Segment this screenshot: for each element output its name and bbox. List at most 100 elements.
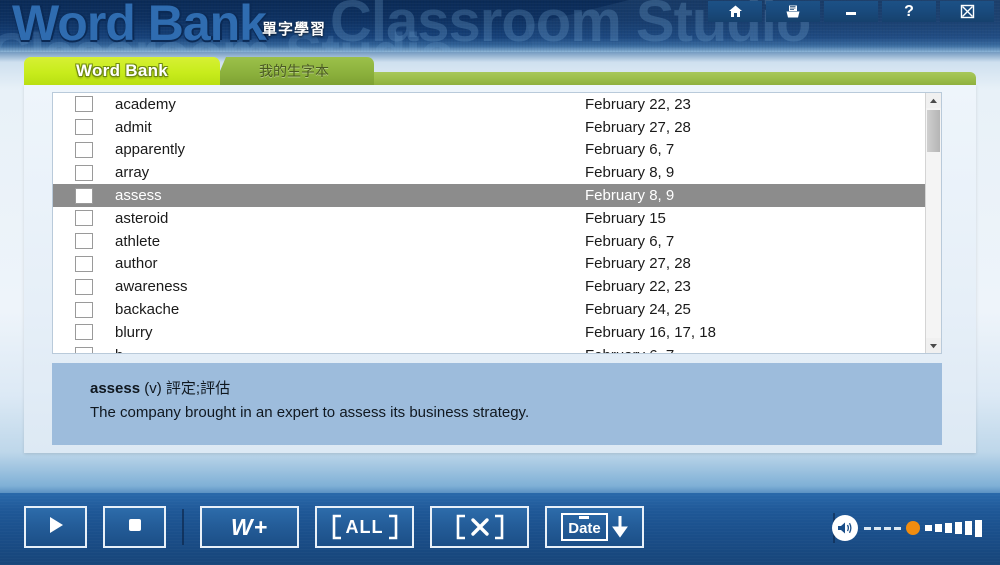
word-list: academy February 22, 23 admit February 27, … [52, 92, 942, 354]
word-label: athlete [115, 232, 161, 250]
select-all-label: ALL [345, 516, 384, 537]
volume-level-bar [935, 523, 942, 533]
word-date-label: February 6, 7 [585, 347, 674, 353]
word-date-label: February 27, 28 [585, 255, 691, 273]
tab-word-bank-label: Word Bank [75, 61, 169, 80]
scroll-up-arrow[interactable] [926, 93, 941, 108]
word-checkbox[interactable] [75, 255, 93, 272]
content-panel: academy February 22, 23 admit February 27, … [24, 85, 976, 453]
word-list-row[interactable]: asteroid February 15 [53, 207, 925, 230]
volume-level-bar [955, 521, 962, 535]
definition-example: The company brought in an expert to asse… [90, 404, 530, 421]
word-label: academy [115, 95, 176, 113]
date-sort-icon: Date [561, 513, 628, 541]
question-mark-icon: ? [904, 2, 914, 20]
date-sort-label: Date [568, 520, 601, 537]
volume-tick [874, 526, 881, 530]
word-checkbox[interactable] [75, 96, 93, 113]
tab-word-bank[interactable]: Word Bank [24, 57, 220, 85]
scrollbar-thumb[interactable] [927, 110, 940, 152]
shuffle-button[interactable] [430, 506, 529, 548]
word-date-label: February 27, 28 [585, 118, 691, 136]
tab-bar: Word Bank 我的生字本 [24, 57, 374, 85]
word-date-label: February 22, 23 [585, 95, 691, 113]
word-label: backache [115, 301, 180, 319]
minimize-button[interactable] [824, 1, 878, 22]
tab-my-vocabulary-label: 我的生字本 [259, 63, 329, 79]
window-controls: ? [708, 1, 994, 22]
word-checkbox[interactable] [75, 164, 93, 181]
volume-level-bar [975, 519, 982, 537]
sort-by-date-button[interactable]: Date [545, 506, 644, 548]
volume-control[interactable] [832, 515, 982, 541]
select-all-icon: ALL [330, 514, 400, 540]
word-list-row[interactable]: backache February 24, 25 [53, 298, 925, 321]
definition-panel: assess (v) 評定;評估 The company brought in … [52, 363, 942, 445]
add-word-label: W+ [230, 513, 269, 540]
stop-icon [126, 516, 144, 539]
word-date-label: February 16, 17, 18 [585, 323, 716, 341]
app-logo-title: Word Bank [12, 0, 267, 51]
word-list-row[interactable]: apparently February 6, 7 [53, 139, 925, 162]
home-icon [728, 5, 743, 18]
word-list-scrollbar[interactable] [925, 93, 941, 353]
help-button[interactable]: ? [882, 1, 936, 22]
select-all-button[interactable]: ALL [315, 506, 414, 548]
word-checkbox[interactable] [75, 187, 93, 204]
word-checkbox[interactable] [75, 141, 93, 158]
app-header: Classroom Studio Classroom Studio Word B… [0, 0, 1000, 52]
word-label: author [115, 255, 158, 273]
word-list-row[interactable]: admit February 27, 28 [53, 116, 925, 139]
word-list-row[interactable]: athlete February 6, 7 [53, 230, 925, 253]
word-list-row[interactable]: blurry February 16, 17, 18 [53, 321, 925, 344]
word-label: admit [115, 118, 152, 136]
volume-tick [894, 526, 901, 530]
toolbar-divider [182, 509, 184, 545]
volume-thumb[interactable] [906, 521, 920, 535]
definition-headword-line: assess (v) 評定;評估 [90, 377, 942, 398]
word-list-row[interactable]: academy February 22, 23 [53, 93, 925, 116]
word-label: b [115, 347, 585, 353]
word-date-label: February 8, 9 [585, 187, 675, 205]
volume-level-bar [965, 520, 972, 536]
volume-tick [884, 526, 891, 530]
word-checkbox[interactable] [75, 324, 93, 341]
word-list-row[interactable]: awareness February 22, 23 [53, 275, 925, 298]
word-date-label: February 6, 7 [585, 141, 675, 159]
print-button[interactable] [766, 1, 820, 22]
word-list-row[interactable]: assess February 8, 9 [53, 184, 925, 207]
word-label: apparently [115, 141, 186, 159]
volume-tick [864, 526, 871, 530]
speaker-icon[interactable] [832, 515, 858, 541]
word-list-row[interactable]: bFebruary 6, 7 [53, 344, 925, 353]
stop-button[interactable] [103, 506, 166, 548]
word-checkbox[interactable] [75, 347, 93, 353]
tab-my-vocabulary[interactable]: 我的生字本 [214, 57, 374, 85]
toolbar-buttons: W+ ALL Date [24, 506, 644, 548]
app-window: Classroom Studio Classroom Studio Word B… [0, 0, 1000, 565]
word-label: awareness [115, 278, 188, 296]
word-date-label: February 22, 23 [585, 278, 691, 296]
play-icon [45, 514, 67, 541]
home-button[interactable] [708, 1, 762, 22]
word-checkbox[interactable] [75, 119, 93, 136]
printer-icon [785, 5, 801, 19]
minimize-icon [844, 7, 858, 17]
volume-slider[interactable] [864, 518, 982, 538]
word-date-label: February 24, 25 [585, 301, 691, 319]
add-word-button[interactable]: W+ [200, 506, 299, 548]
play-button[interactable] [24, 506, 87, 548]
close-button[interactable] [940, 1, 994, 22]
word-list-row[interactable]: array February 8, 9 [53, 161, 925, 184]
definition-part-of-speech: (v) [144, 380, 162, 397]
word-checkbox[interactable] [75, 278, 93, 295]
word-label: assess [115, 187, 162, 205]
word-checkbox[interactable] [75, 210, 93, 227]
volume-level-bar [925, 525, 932, 531]
word-date-label: February 8, 9 [585, 164, 675, 182]
word-checkbox[interactable] [75, 301, 93, 318]
word-list-row[interactable]: author February 27, 28 [53, 253, 925, 276]
word-checkbox[interactable] [75, 233, 93, 250]
bottom-toolbar: W+ ALL Date [0, 493, 1000, 565]
scroll-down-arrow[interactable] [926, 338, 941, 353]
